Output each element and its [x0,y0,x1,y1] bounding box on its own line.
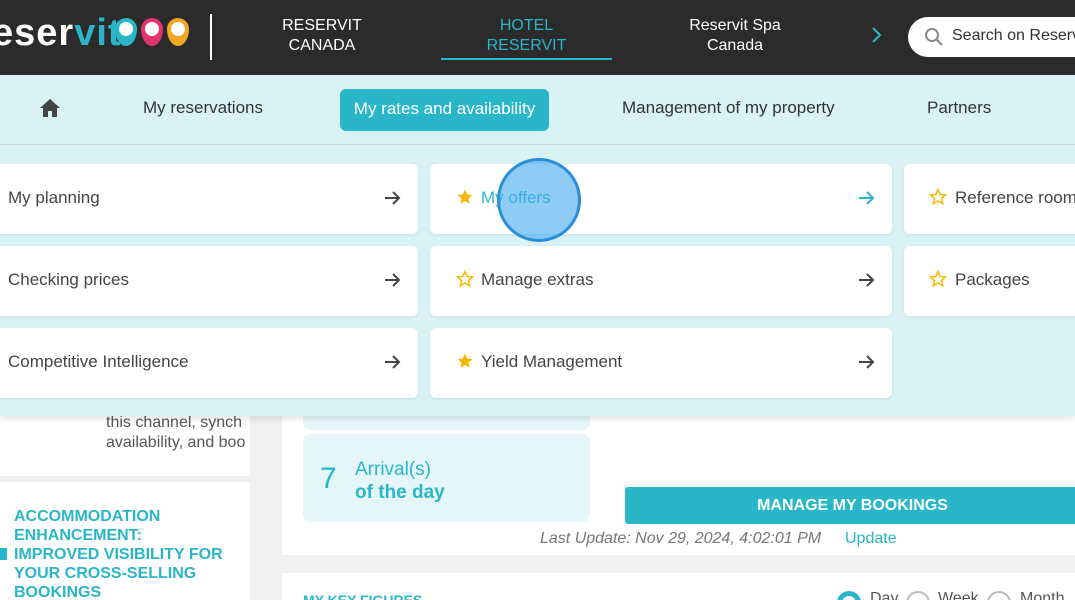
home-icon[interactable] [38,97,62,119]
active-tab-indicator [441,58,612,60]
logo-divider [210,14,212,60]
top-bar: eservit RESERVIT CANADA HOTEL RESERVIT Res… [0,0,1075,75]
promo-title[interactable]: ACCOMMODATION ENHANCEMENT: IMPROVED VISI… [14,507,224,600]
menu-item-label: Yield Management [481,352,623,371]
tab-reservit-spa-canada[interactable]: Reservit Spa Canada [670,16,800,56]
menu-item-label: Manage extras [481,270,594,289]
logo-pins [115,18,189,46]
nav-my-rates-and-availability[interactable]: My rates and availability [340,89,549,131]
clock-pin-icon [167,18,189,46]
update-link[interactable]: Update [845,530,897,548]
menu-packages[interactable]: Packages [904,246,1075,316]
radio-day-label: Day [870,590,899,600]
radio-month-label: Month [1020,590,1065,600]
main-nav: My reservations My rates and availabilit… [0,75,1075,145]
menu-manage-extras[interactable]: Manage extras [430,246,892,316]
arrow-right-icon [385,191,401,205]
menu-reference-room[interactable]: Reference room [904,164,1075,234]
arrival-label: Arrival(s) [355,459,431,480]
tab-hotel-reservit[interactable]: HOTEL RESERVIT [441,16,612,56]
nav-partners[interactable]: Partners [927,98,991,118]
arrow-right-icon [859,273,875,287]
search-input[interactable]: Search on Reservit [908,17,1075,57]
menu-item-label: Packages [955,270,1030,289]
menu-item-label: Competitive Intelligence [8,352,189,371]
radio-week-label: Week [938,590,979,600]
arrow-right-icon [859,355,875,369]
click-indicator [497,158,581,242]
star-outline-icon[interactable] [456,270,474,288]
channel-text: this channel, synch availability, and bo… [106,414,246,451]
arrow-right-icon [859,191,875,205]
menu-item-label: Checking prices [8,270,129,289]
arrow-right-icon [385,355,401,369]
chevron-right-icon[interactable] [870,24,884,46]
arrow-right-icon [385,273,401,287]
menu-my-planning[interactable]: My planning [0,164,418,234]
nav-management-of-my-property[interactable]: Management of my property [622,98,835,118]
star-outline-icon[interactable] [929,270,947,288]
star-outline-icon[interactable] [929,188,947,206]
tab-reservit-canada[interactable]: RESERVIT CANADA [262,16,382,56]
arrival-sublabel: of the day [355,482,445,503]
menu-item-label: Reference room [955,188,1075,207]
menu-competitive-intelligence[interactable]: Competitive Intelligence [0,328,418,398]
reservit-logo[interactable]: eservit [0,12,122,55]
last-update-text: Last Update: Nov 29, 2024, 4:02:01 PM [540,530,822,547]
nav-my-reservations[interactable]: My reservations [143,98,263,118]
arrival-count: 7 [320,462,337,495]
menu-item-label: My planning [8,188,100,207]
menu-yield-management[interactable]: Yield Management [430,328,892,398]
key-figures-title: MY KEY FIGURES [303,592,423,600]
promo-accent-bar [0,548,7,560]
search-icon [925,28,943,46]
search-placeholder: Search on Reservit [952,27,1075,44]
menu-checking-prices[interactable]: Checking prices [0,246,418,316]
arrivals-box[interactable] [303,434,590,522]
bed-pin-icon [115,18,137,46]
star-filled-icon[interactable] [456,188,474,206]
manage-my-bookings-button[interactable]: MANAGE MY BOOKINGS [625,487,1075,524]
dining-pin-icon [141,18,163,46]
star-filled-icon[interactable] [456,352,474,370]
